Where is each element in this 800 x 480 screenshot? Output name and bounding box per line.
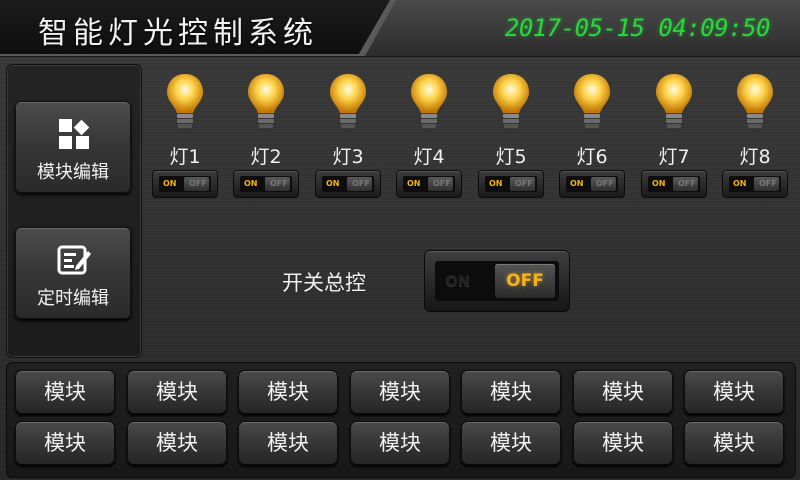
- switch-thumb: OFF: [265, 177, 290, 191]
- switch-on-text: ON: [733, 179, 747, 188]
- switch-track: ON OFF: [648, 176, 700, 192]
- switch-on-text: ON: [407, 179, 421, 188]
- edit-timer-icon: [57, 245, 91, 275]
- light-label: 灯5: [495, 146, 527, 168]
- time-text: 04:09:50: [658, 14, 770, 42]
- module-button[interactable]: 模块: [461, 370, 561, 414]
- light-bulb-icon: [330, 74, 366, 133]
- switch-on-text: ON: [163, 179, 177, 188]
- module-button[interactable]: 模块: [127, 370, 227, 414]
- switch-thumb: OFF: [184, 177, 209, 191]
- light-label: 灯4: [413, 146, 445, 168]
- switch-track: ON OFF: [729, 176, 781, 192]
- light-bulb-icon: [167, 74, 203, 133]
- switch-on-text: ON: [570, 179, 584, 188]
- light-bulb-icon: [656, 74, 692, 133]
- light-label: 灯6: [576, 146, 608, 168]
- light-2: 灯2 ON OFF: [233, 72, 299, 200]
- switch-thumb: OFF: [510, 177, 535, 191]
- light-toggle-switch[interactable]: ON OFF: [478, 170, 544, 198]
- master-switch-label: 开关总控: [282, 271, 366, 295]
- switch-thumb: OFF: [428, 177, 453, 191]
- module-button[interactable]: 模块: [573, 421, 673, 465]
- switch-on-text: ON: [244, 179, 258, 188]
- master-off-text: OFF: [506, 271, 544, 291]
- light-toggle-switch[interactable]: ON OFF: [722, 170, 788, 198]
- switch-thumb: OFF: [347, 177, 372, 191]
- master-on-text: ON: [445, 272, 471, 290]
- timer-edit-button[interactable]: 定时编辑: [15, 227, 131, 319]
- module-button[interactable]: 模块: [238, 421, 338, 465]
- light-6: 灯6 ON OFF: [559, 72, 625, 200]
- timer-edit-label: 定时编辑: [37, 288, 109, 309]
- module-button[interactable]: 模块: [15, 370, 115, 414]
- switch-on-text: ON: [326, 179, 340, 188]
- switch-off-text: OFF: [433, 179, 451, 188]
- module-button[interactable]: 模块: [238, 370, 338, 414]
- module-button[interactable]: 模块: [127, 421, 227, 465]
- switch-thumb: OFF: [754, 177, 779, 191]
- light-1: 灯1 ON OFF: [152, 72, 218, 200]
- switch-off-text: OFF: [352, 179, 370, 188]
- date-text: 2017-05-15: [504, 14, 645, 42]
- switch-thumb: OFF: [591, 177, 616, 191]
- switch-off-text: OFF: [270, 179, 288, 188]
- switch-track: ON OFF: [159, 176, 211, 192]
- switch-thumb: OFF: [673, 177, 698, 191]
- switch-off-text: OFF: [515, 179, 533, 188]
- light-7: 灯7 ON OFF: [641, 72, 707, 200]
- sidebar: 模块编辑 定时编辑: [6, 64, 142, 358]
- datetime-display: 2017-05-15 04:09:50: [491, 14, 771, 42]
- light-label: 灯2: [250, 146, 282, 168]
- light-bulb-icon: [574, 74, 610, 133]
- light-3: 灯3 ON OFF: [315, 72, 381, 200]
- module-button[interactable]: 模块: [350, 421, 450, 465]
- light-toggle-switch[interactable]: ON OFF: [152, 170, 218, 198]
- module-edit-label: 模块编辑: [37, 162, 109, 183]
- switch-on-text: ON: [489, 179, 503, 188]
- switch-off-text: OFF: [189, 179, 207, 188]
- module-button[interactable]: 模块: [684, 421, 784, 465]
- switch-track: ON OFF: [485, 176, 537, 192]
- master-switch-thumb: OFF: [495, 264, 555, 298]
- light-5: 灯5 ON OFF: [478, 72, 544, 200]
- module-edit-button[interactable]: 模块编辑: [15, 101, 131, 193]
- modules-grid-icon: [59, 119, 90, 149]
- header-bar: 智能灯光控制系统 2017-05-15 04:09:50: [0, 0, 800, 57]
- light-bulb-icon: [248, 74, 284, 133]
- page-title: 智能灯光控制系统: [38, 16, 318, 51]
- module-button[interactable]: 模块: [461, 421, 561, 465]
- switch-on-text: ON: [652, 179, 666, 188]
- light-4: 灯4 ON OFF: [396, 72, 462, 200]
- light-bulb-icon: [737, 74, 773, 133]
- switch-track: ON OFF: [566, 176, 618, 192]
- switch-track: ON OFF: [240, 176, 292, 192]
- switch-off-text: OFF: [596, 179, 614, 188]
- light-toggle-switch[interactable]: ON OFF: [396, 170, 462, 198]
- master-toggle-switch[interactable]: ON OFF: [424, 250, 570, 312]
- module-button[interactable]: 模块: [684, 370, 784, 414]
- light-toggle-switch[interactable]: ON OFF: [559, 170, 625, 198]
- light-bulb-icon: [493, 74, 529, 133]
- light-8: 灯8 ON OFF: [722, 72, 788, 200]
- light-toggle-switch[interactable]: ON OFF: [233, 170, 299, 198]
- light-label: 灯8: [739, 146, 771, 168]
- switch-off-text: OFF: [759, 179, 777, 188]
- module-button[interactable]: 模块: [573, 370, 673, 414]
- switch-track: ON OFF: [322, 176, 374, 192]
- light-label: 灯3: [332, 146, 364, 168]
- switch-track: ON OFF: [403, 176, 455, 192]
- light-label: 灯7: [658, 146, 690, 168]
- light-toggle-switch[interactable]: ON OFF: [641, 170, 707, 198]
- light-bulb-icon: [411, 74, 447, 133]
- light-label: 灯1: [169, 146, 201, 168]
- light-toggle-switch[interactable]: ON OFF: [315, 170, 381, 198]
- switch-off-text: OFF: [678, 179, 696, 188]
- master-switch-track: ON OFF: [435, 261, 559, 301]
- module-button[interactable]: 模块: [350, 370, 450, 414]
- module-button[interactable]: 模块: [15, 421, 115, 465]
